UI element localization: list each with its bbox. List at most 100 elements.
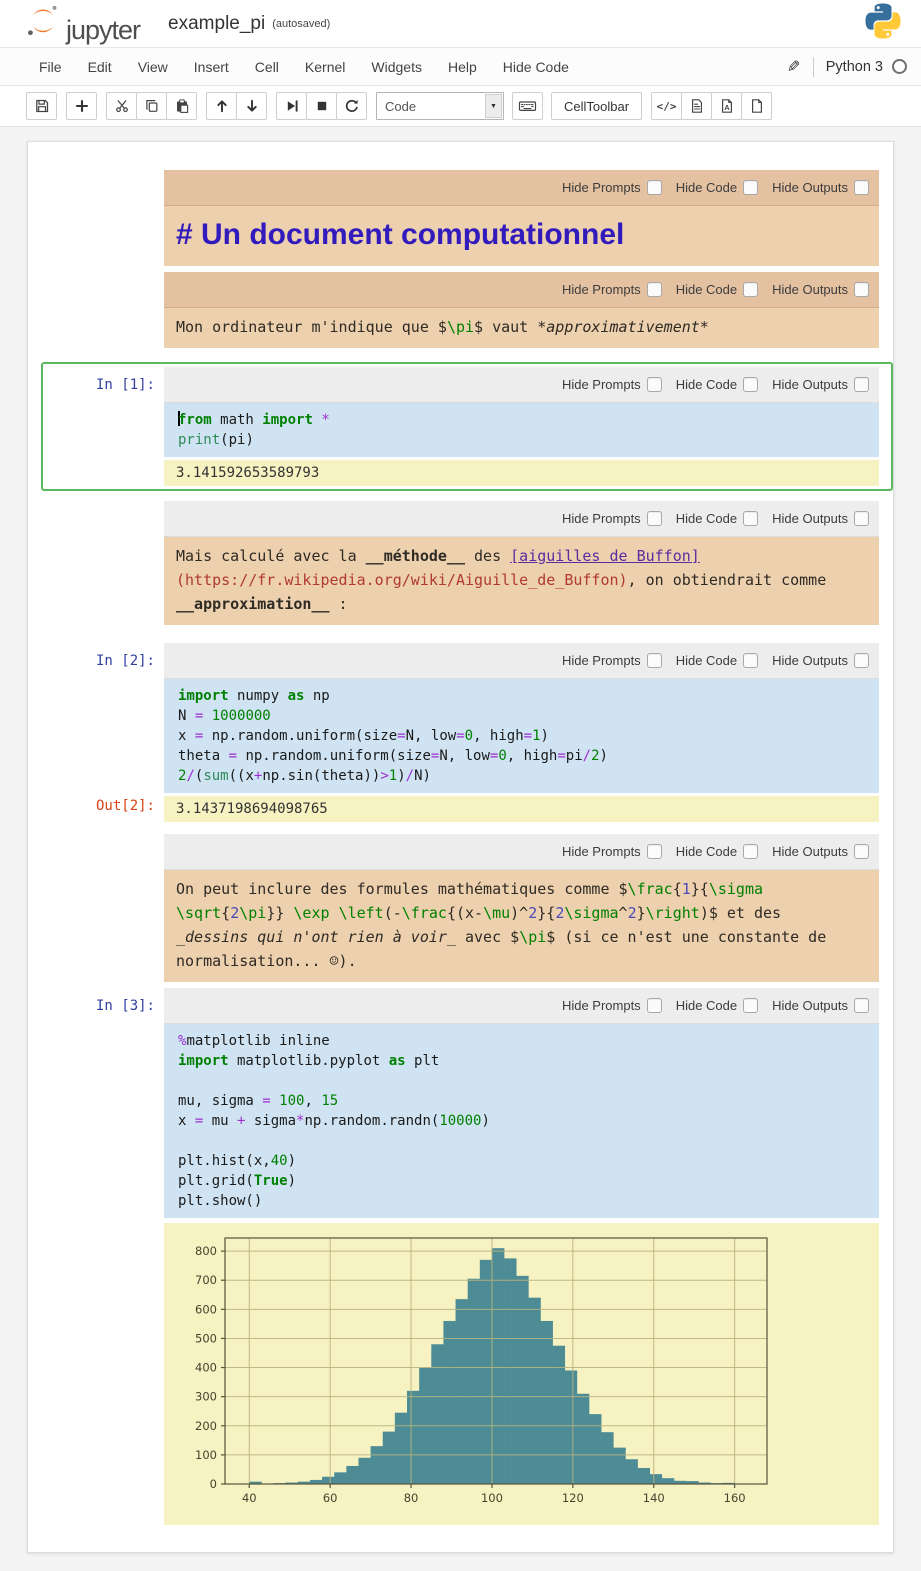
hide-toggle-label: Hide Code bbox=[676, 844, 737, 859]
menu-item-insert[interactable]: Insert bbox=[181, 50, 242, 84]
menu-item-hide-code[interactable]: Hide Code bbox=[490, 50, 582, 84]
text-line: from math import * bbox=[178, 410, 879, 430]
jupyter-logo-icon bbox=[26, 3, 60, 44]
code-editor[interactable]: from math import *print(pi) bbox=[164, 403, 879, 457]
copy-button[interactable] bbox=[136, 92, 167, 120]
insert-below-button[interactable] bbox=[66, 92, 97, 120]
text-line: _dessins qui n'ont rien à voir_ avec $\p… bbox=[176, 925, 867, 949]
text-line: Mon ordinateur m'indique que $\pi$ vaut … bbox=[176, 315, 867, 339]
histogram-bar bbox=[346, 1466, 358, 1484]
menu-item-kernel[interactable]: Kernel bbox=[292, 50, 358, 84]
cell-output-row: 0100200300400500600700800406080100120140… bbox=[28, 1218, 893, 1525]
jupyter-logo[interactable]: jupyter bbox=[26, 3, 140, 44]
hide-prompts-checkbox[interactable] bbox=[647, 180, 662, 195]
histogram-bar bbox=[504, 1258, 516, 1484]
copy-icon bbox=[144, 98, 160, 114]
cut-icon bbox=[114, 98, 130, 114]
cell-content: Hide PromptsHide CodeHide Outputsimport … bbox=[164, 643, 879, 793]
histogram-bar bbox=[638, 1468, 650, 1484]
xtick-label: 160 bbox=[724, 1491, 746, 1505]
hide-prompts-checkbox[interactable] bbox=[647, 998, 662, 1013]
hide-code-checkbox[interactable] bbox=[743, 377, 758, 392]
cell-content: Hide PromptsHide CodeHide OutputsMon ord… bbox=[164, 272, 879, 348]
celltoolbar-button[interactable]: CellToolbar bbox=[551, 92, 642, 120]
ytick-label: 300 bbox=[195, 1390, 217, 1404]
hide-toggle-label: Hide Prompts bbox=[562, 180, 641, 195]
move-down-icon bbox=[244, 98, 260, 114]
menu-item-widgets[interactable]: Widgets bbox=[358, 50, 435, 84]
hide-prompts-checkbox[interactable] bbox=[647, 377, 662, 392]
markdown-editor[interactable]: Mon ordinateur m'indique que $\pi$ vaut … bbox=[164, 308, 879, 348]
cut-button[interactable] bbox=[106, 92, 137, 120]
hide-code-checkbox[interactable] bbox=[743, 511, 758, 526]
hide-outputs-checkbox[interactable] bbox=[854, 998, 869, 1013]
paste-button[interactable] bbox=[166, 92, 197, 120]
histogram-bar bbox=[601, 1432, 613, 1484]
menu-item-view[interactable]: View bbox=[125, 50, 181, 84]
prompt-gutter bbox=[28, 501, 164, 625]
histogram-bar bbox=[565, 1370, 577, 1484]
svg-text:A: A bbox=[724, 103, 730, 112]
hide-prompts-checkbox[interactable] bbox=[647, 511, 662, 526]
hide-toggle-label: Hide Outputs bbox=[772, 998, 848, 1013]
text-line: On peut inclure des formules mathématiqu… bbox=[176, 877, 867, 901]
cell-main-row: Hide PromptsHide CodeHide OutputsMon ord… bbox=[28, 272, 893, 348]
hide-prompts-checkbox[interactable] bbox=[647, 844, 662, 859]
hide-toggle-label: Hide Prompts bbox=[562, 282, 641, 297]
hide-toggle-label: Hide Code bbox=[676, 180, 737, 195]
hide-outputs-checkbox[interactable] bbox=[854, 511, 869, 526]
xtick-label: 80 bbox=[404, 1491, 419, 1505]
cell-type-select[interactable]: Code ▼ bbox=[376, 92, 504, 120]
jupyter-wordmark: jupyter bbox=[66, 17, 140, 44]
hide-toggle-label: Hide Code bbox=[676, 377, 737, 392]
save-button[interactable] bbox=[26, 92, 57, 120]
file-text-icon bbox=[689, 98, 705, 114]
text-line: \sqrt{2\pi}} \exp \left(-\frac{(x-\mu)^2… bbox=[176, 901, 867, 925]
hide-code-checkbox[interactable] bbox=[743, 180, 758, 195]
file-new-button[interactable] bbox=[741, 92, 772, 120]
hide-code-checkbox[interactable] bbox=[743, 653, 758, 668]
menu-item-help[interactable]: Help bbox=[435, 50, 490, 84]
code-toggle-button[interactable]: </> bbox=[651, 92, 682, 120]
hide-code-checkbox[interactable] bbox=[743, 844, 758, 859]
run-button[interactable] bbox=[276, 92, 307, 120]
hide-toggle-label: Hide Prompts bbox=[562, 844, 641, 859]
menu-item-cell[interactable]: Cell bbox=[242, 50, 292, 84]
hide-code-checkbox[interactable] bbox=[743, 282, 758, 297]
keyboard-button[interactable] bbox=[512, 92, 543, 120]
hide-outputs-checkbox[interactable] bbox=[854, 282, 869, 297]
code-editor[interactable]: import numpy as npN = 1000000x = np.rand… bbox=[164, 679, 879, 793]
histogram-bar bbox=[371, 1446, 383, 1484]
interrupt-button[interactable] bbox=[306, 92, 337, 120]
menu-item-file[interactable]: File bbox=[26, 50, 75, 84]
hide-code-checkbox[interactable] bbox=[743, 998, 758, 1013]
hide-outputs-checkbox[interactable] bbox=[854, 180, 869, 195]
markdown-editor[interactable]: Mais calculé avec la __méthode__ des [ai… bbox=[164, 537, 879, 625]
text-line: x = mu + sigma*np.random.randn(10000) bbox=[178, 1111, 879, 1131]
menu-item-edit[interactable]: Edit bbox=[75, 50, 125, 84]
hide-prompts-checkbox[interactable] bbox=[647, 653, 662, 668]
toolbar-button-group bbox=[106, 92, 197, 120]
python-logo-icon bbox=[863, 1, 903, 46]
markdown-editor[interactable]: On peut inclure des formules mathématiqu… bbox=[164, 870, 879, 982]
move-down-button[interactable] bbox=[236, 92, 267, 120]
text-line: __approximation__ : bbox=[176, 592, 867, 616]
divider bbox=[813, 57, 814, 77]
cell-main-row: In [1]:Hide PromptsHide CodeHide Outputs… bbox=[46, 367, 888, 457]
restart-icon bbox=[344, 98, 360, 114]
hide-outputs-checkbox[interactable] bbox=[854, 653, 869, 668]
restart-button[interactable] bbox=[336, 92, 367, 120]
hide-toggle-label: Hide Prompts bbox=[562, 998, 641, 1013]
file-text-button[interactable] bbox=[681, 92, 712, 120]
hide-outputs-checkbox[interactable] bbox=[854, 377, 869, 392]
markdown-editor[interactable]: # Un document computationnel bbox=[164, 206, 879, 266]
file-pdf-button[interactable]: A bbox=[711, 92, 742, 120]
hide-prompts-checkbox[interactable] bbox=[647, 282, 662, 297]
text-line: theta = np.random.uniform(size=N, low=0,… bbox=[178, 746, 879, 766]
notebook-title[interactable]: example_pi bbox=[168, 13, 265, 35]
hide-outputs-checkbox[interactable] bbox=[854, 844, 869, 859]
code-editor[interactable]: %matplotlib inlineimport matplotlib.pypl… bbox=[164, 1024, 879, 1218]
prompt-gutter bbox=[46, 457, 164, 486]
move-up-button[interactable] bbox=[206, 92, 237, 120]
hide-toggle-label: Hide Prompts bbox=[562, 511, 641, 526]
